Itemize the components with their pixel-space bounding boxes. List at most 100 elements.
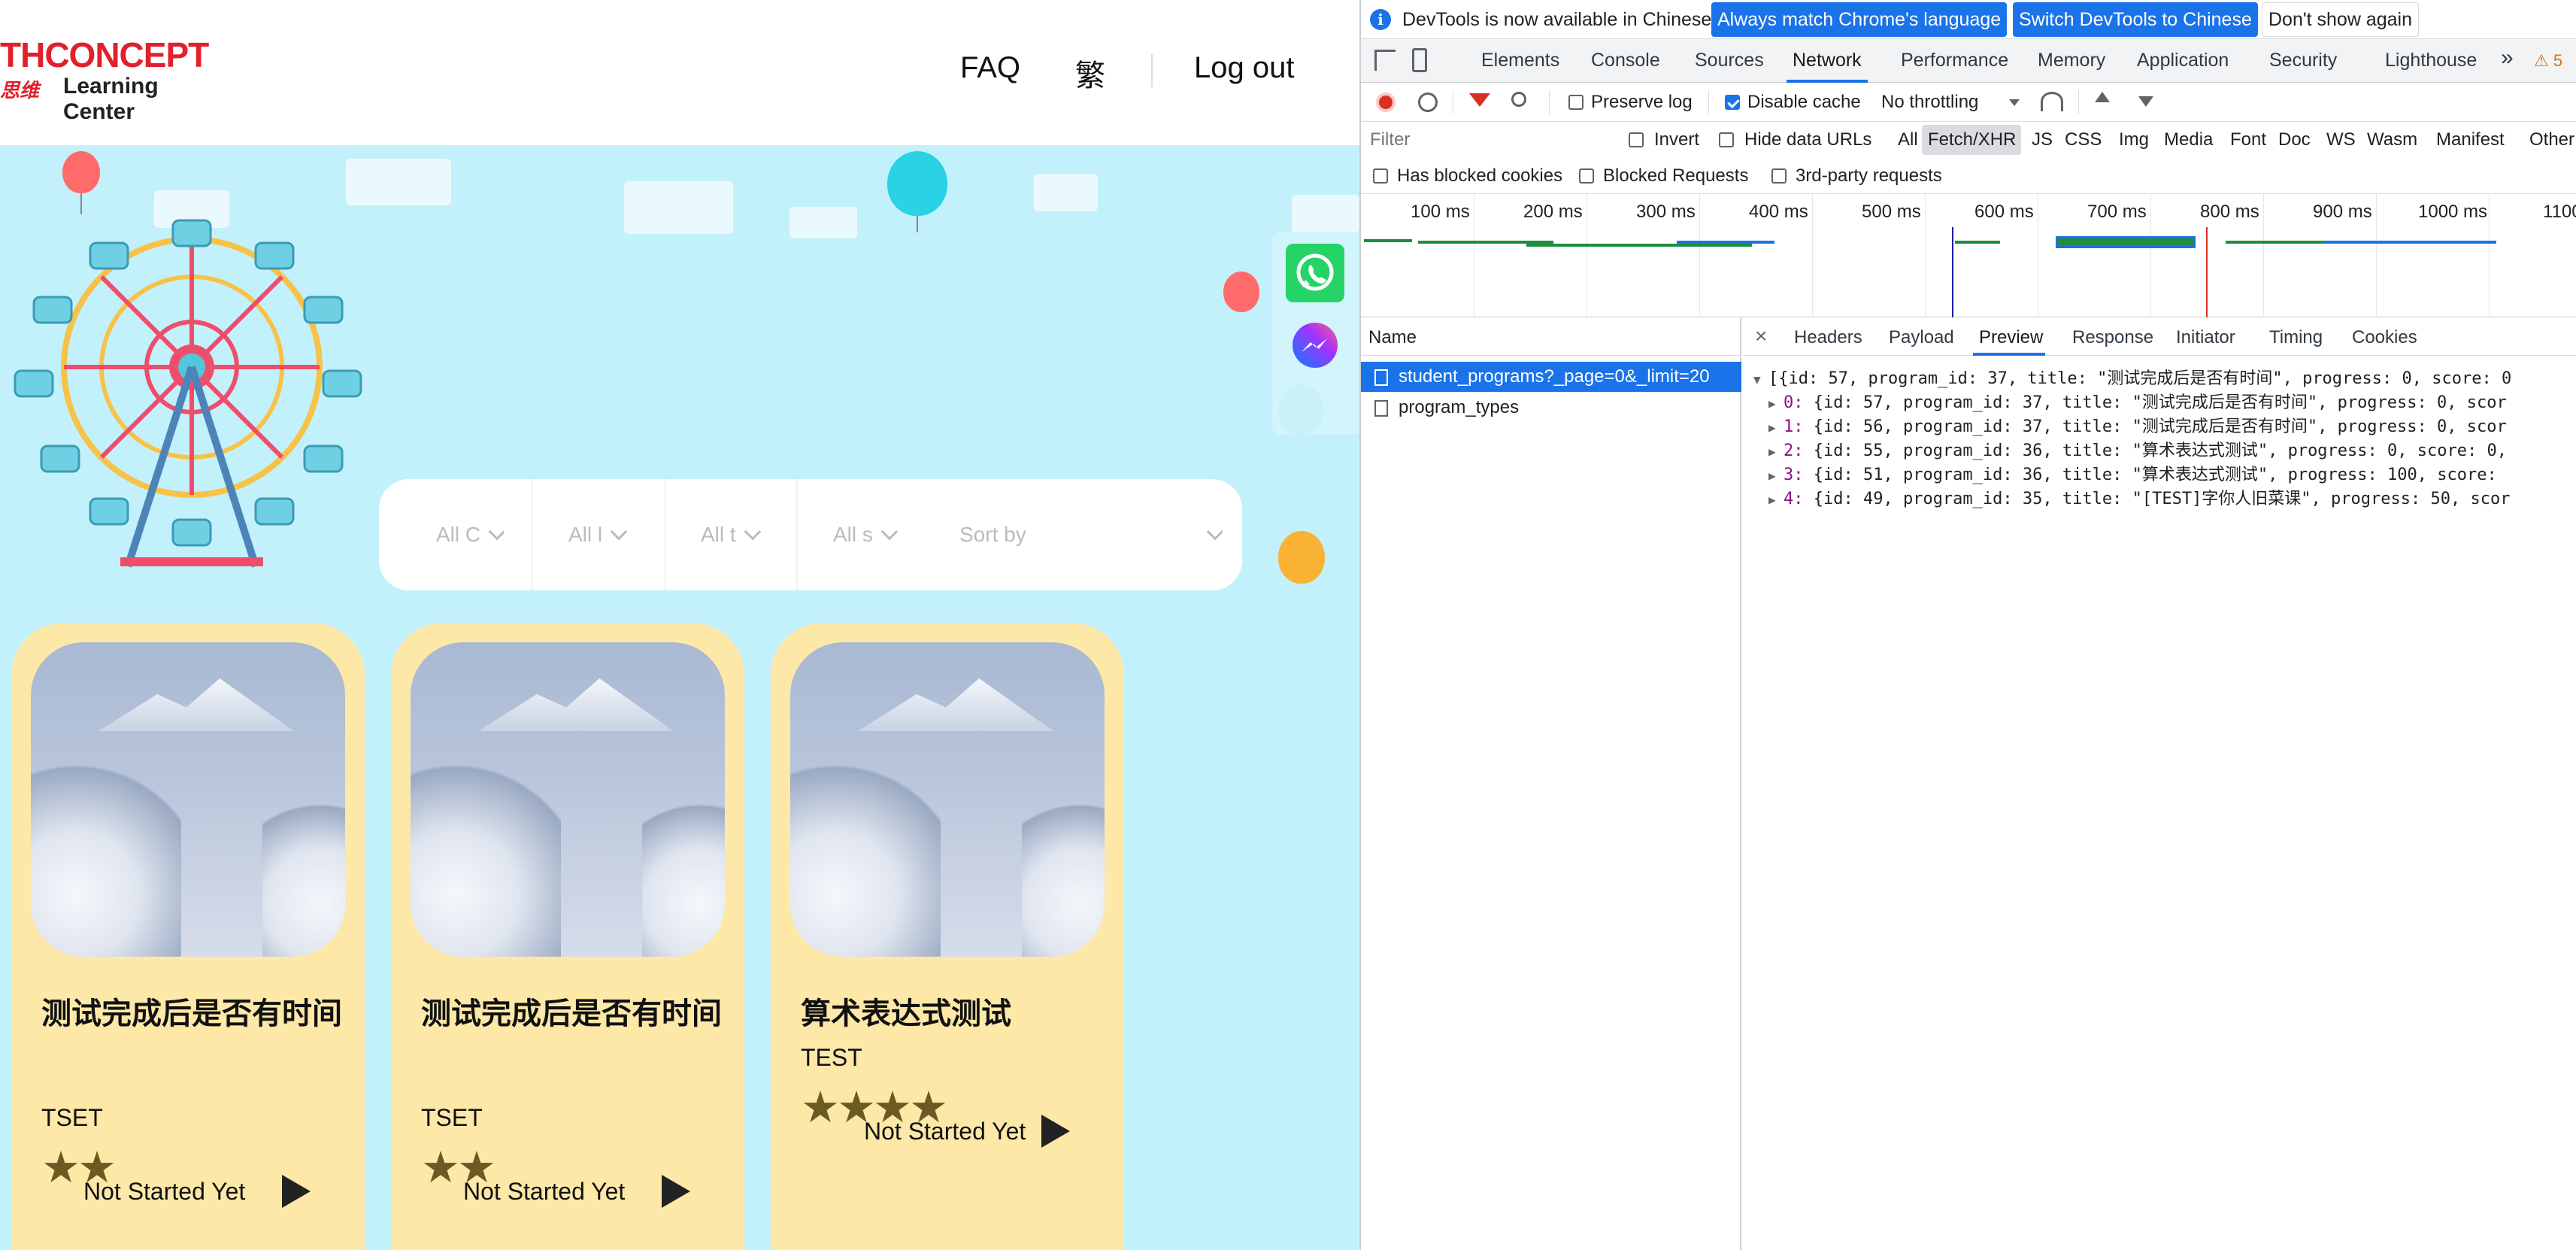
nav-logout-link[interactable]: Log out xyxy=(1194,51,1294,85)
json-item-line[interactable]: ▶ 0: {id: 57, program_id: 37, title: "测试完… xyxy=(1768,389,2507,413)
divider xyxy=(532,479,533,590)
tab-performance[interactable]: Performance xyxy=(1901,50,2008,71)
export-har-icon[interactable] xyxy=(2138,96,2153,107)
inspect-element-icon[interactable] xyxy=(1374,50,1396,71)
hide-data-urls-checkbox[interactable] xyxy=(1719,132,1734,147)
tab-memory[interactable]: Memory xyxy=(2038,50,2105,71)
disable-cache-checkbox[interactable] xyxy=(1725,95,1740,110)
invert-checkbox[interactable] xyxy=(1629,132,1644,147)
tab-elements[interactable]: Elements xyxy=(1481,50,1559,71)
status-filter-select[interactable]: All s xyxy=(833,479,901,590)
program-card[interactable]: 测试完成后是否有时间 TSET ★★ Not Started Yet xyxy=(391,623,744,1250)
tab-response[interactable]: Response xyxy=(2072,327,2153,348)
sort-label: Sort by xyxy=(959,523,1026,546)
play-icon[interactable] xyxy=(662,1175,690,1208)
expand-triangle-icon: ▶ xyxy=(1768,444,1776,459)
clear-icon[interactable] xyxy=(1418,93,1438,112)
blocked-cookies-checkbox[interactable] xyxy=(1373,168,1388,184)
tab-network[interactable]: Network xyxy=(1793,50,1862,71)
network-conditions-icon[interactable] xyxy=(2041,92,2063,111)
tab-console[interactable]: Console xyxy=(1591,50,1660,71)
tab-timing[interactable]: Timing xyxy=(2269,327,2323,348)
type-filter-wasm[interactable]: Wasm xyxy=(2367,129,2417,150)
type-filter-manifest[interactable]: Manifest xyxy=(2436,129,2505,150)
filter-label: All C xyxy=(436,523,481,546)
request-row[interactable]: student_programs?_page=0&_limit=20 xyxy=(1361,362,1741,392)
play-icon[interactable] xyxy=(1041,1115,1070,1148)
collapse-triangle-icon: ▼ xyxy=(1753,372,1761,387)
more-tabs-icon[interactable]: » xyxy=(2501,45,2514,71)
site-logo[interactable]: THCONCEPT 思维 Learning Center xyxy=(0,35,218,124)
tab-cookies[interactable]: Cookies xyxy=(2352,327,2417,348)
json-index: 3: xyxy=(1784,466,1804,484)
switch-to-chinese-button[interactable]: Switch DevTools to Chinese xyxy=(2013,2,2258,37)
sort-by-select[interactable]: Sort by xyxy=(959,479,1223,590)
toolbar-divider xyxy=(1549,90,1550,114)
request-row[interactable]: program_types xyxy=(1361,393,1741,423)
match-chrome-language-button[interactable]: Always match Chrome's language xyxy=(1711,2,2008,37)
record-button[interactable] xyxy=(1376,93,1396,112)
blocked-requests-checkbox[interactable] xyxy=(1579,168,1594,184)
invert-label: Invert xyxy=(1654,129,1700,150)
json-root-text: [{id: 57, program_id: 37, title: "测试完成后是… xyxy=(1768,369,2512,388)
type-filter-media[interactable]: Media xyxy=(2164,129,2213,150)
logo-chinese: 思维 xyxy=(0,79,40,102)
play-icon[interactable] xyxy=(282,1175,311,1208)
tab-payload[interactable]: Payload xyxy=(1889,327,1954,348)
nav-language-toggle[interactable]: 繁 xyxy=(1075,51,1105,95)
tab-lighthouse[interactable]: Lighthouse xyxy=(2385,50,2477,71)
timeline-label: 700 ms xyxy=(2087,202,2147,222)
type-filter-img[interactable]: Img xyxy=(2119,129,2149,150)
json-item-line[interactable]: ▶ 4: {id: 49, program_id: 35, title: "[TE… xyxy=(1768,485,2510,509)
type-filter-other[interactable]: Other xyxy=(2529,129,2574,150)
type-filter-all[interactable]: All xyxy=(1898,129,1918,150)
type-filter-doc[interactable]: Doc xyxy=(2278,129,2311,150)
type-filter-js[interactable]: JS xyxy=(2032,129,2053,150)
category-filter-select[interactable]: All C xyxy=(436,479,504,590)
json-item-line[interactable]: ▶ 2: {id: 55, program_id: 36, title: "算术表… xyxy=(1768,437,2507,461)
timeline-label: 500 ms xyxy=(1862,202,1921,222)
nav-faq-link[interactable]: FAQ xyxy=(960,51,1020,85)
tab-sources[interactable]: Sources xyxy=(1695,50,1764,71)
trees-shape xyxy=(411,748,561,957)
json-item-line[interactable]: ▶ 1: {id: 56, program_id: 37, title: "测试完… xyxy=(1768,413,2507,437)
balloon-icon xyxy=(887,151,947,216)
whatsapp-icon[interactable] xyxy=(1286,244,1344,302)
network-overview-timeline[interactable]: 100 ms 200 ms 300 ms 400 ms 500 ms 600 m… xyxy=(1361,194,2576,317)
third-party-checkbox[interactable] xyxy=(1771,168,1787,184)
throttling-select[interactable]: No throttling xyxy=(1881,92,1978,113)
json-root-line[interactable]: ▼ [{id: 57, program_id: 37, title: "测试完成后… xyxy=(1753,365,2511,389)
filter-icon[interactable] xyxy=(1469,93,1490,107)
name-column-header[interactable]: Name xyxy=(1361,318,1741,356)
network-filter-input[interactable] xyxy=(1365,126,1614,153)
tab-initiator[interactable]: Initiator xyxy=(2176,327,2235,348)
tab-preview[interactable]: Preview xyxy=(1979,327,2043,348)
import-har-icon[interactable] xyxy=(2095,92,2110,102)
tab-headers[interactable]: Headers xyxy=(1794,327,1862,348)
nav-divider xyxy=(1151,54,1153,87)
type-filter-select[interactable]: All t xyxy=(701,479,768,590)
search-icon[interactable] xyxy=(1511,92,1526,107)
close-icon[interactable]: × xyxy=(1755,324,1767,348)
program-card[interactable]: 测试完成后是否有时间 TSET ★★ Not Started Yet xyxy=(11,623,365,1250)
timeline-bar xyxy=(2056,236,2196,248)
type-filter-ws[interactable]: WS xyxy=(2326,129,2356,150)
program-card[interactable]: 算术表达式测试 TEST ★★★★ Not Started Yet xyxy=(771,623,1124,1250)
preserve-log-checkbox[interactable] xyxy=(1568,95,1583,110)
program-title: 测试完成后是否有时间 xyxy=(421,997,722,1030)
divider xyxy=(665,479,666,590)
cloud xyxy=(1034,174,1098,211)
messenger-icon[interactable] xyxy=(1286,317,1344,376)
level-filter-select[interactable]: All l xyxy=(568,479,636,590)
type-filter-css[interactable]: CSS xyxy=(2065,129,2102,150)
tab-application[interactable]: Application xyxy=(2137,50,2229,71)
type-filter-font[interactable]: Font xyxy=(2230,129,2266,150)
json-item-line[interactable]: ▶ 3: {id: 51, program_id: 36, title: "算术表… xyxy=(1768,461,2497,485)
json-index: 1: xyxy=(1784,417,1804,436)
device-toolbar-icon[interactable] xyxy=(1412,48,1427,72)
warnings-badge[interactable]: ⚠ 5 xyxy=(2534,51,2562,71)
devtools-panel: i DevTools is now available in Chinese! … xyxy=(1359,0,2576,1250)
dont-show-again-button[interactable]: Don't show again xyxy=(2262,2,2420,37)
type-filter-fetch-xhr[interactable]: Fetch/XHR xyxy=(1928,129,2016,150)
tab-security[interactable]: Security xyxy=(2269,50,2337,71)
